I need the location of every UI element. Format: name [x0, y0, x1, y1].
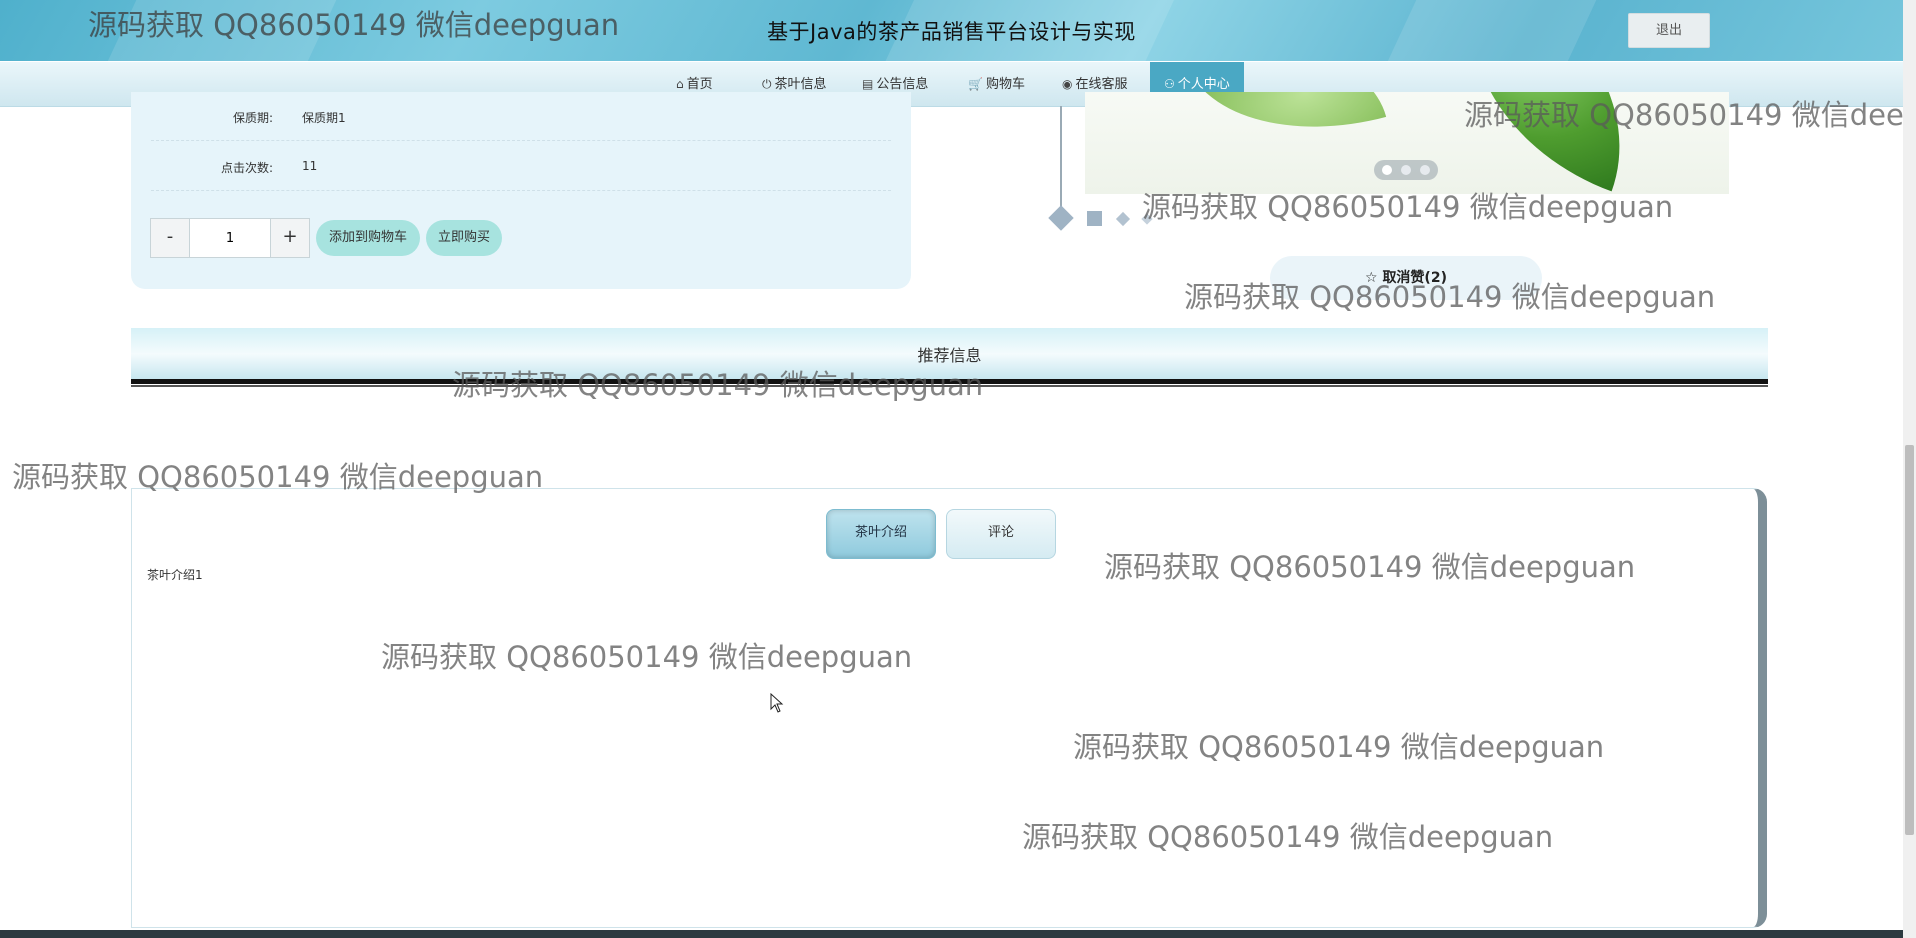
- watermark: 源码获取 QQ86050149 微信deepguan: [1104, 550, 1636, 584]
- info-row-click-count: 点击次数: 11: [151, 142, 891, 191]
- watermark: 源码获取 QQ86050149 微信deepguan: [1022, 820, 1554, 854]
- nav-item-label: 个人中心: [1177, 77, 1230, 92]
- watermark: 源码获取 QQ86050149 微信deepguan: [1184, 280, 1716, 314]
- nav-item-label: 首页: [686, 77, 713, 92]
- cart-icon: 🛒: [968, 77, 983, 91]
- diamond-shape: [1048, 205, 1074, 231]
- mouse-cursor-icon: [770, 693, 784, 713]
- logout-button[interactable]: 退出: [1628, 13, 1710, 48]
- carousel-dot[interactable]: [1420, 165, 1430, 175]
- watermark: 源码获取 QQ86050149 微信deepguan: [381, 640, 913, 674]
- bottom-strip: [0, 930, 1903, 938]
- nav-item-label: 购物车: [985, 77, 1025, 92]
- watermark: 源码获取 QQ86050149 微信deepguan: [1142, 190, 1674, 224]
- nav-item-label: 茶叶信息: [774, 77, 827, 92]
- page-scrollbar[interactable]: [1903, 0, 1916, 938]
- chat-icon: ◉: [1062, 77, 1073, 91]
- carousel-dot[interactable]: [1382, 165, 1392, 175]
- power-icon: ⏻: [762, 77, 772, 91]
- square-shape: [1087, 211, 1102, 226]
- add-to-cart-button[interactable]: 添加到购物车: [316, 220, 420, 256]
- user-icon: ⚇: [1164, 77, 1175, 91]
- info-label: 点击次数:: [220, 161, 273, 175]
- nav-item-label: 公告信息: [876, 77, 929, 92]
- nav-item-cart[interactable]: 🛒 购物车: [968, 62, 1025, 106]
- carousel-indicator: [1374, 160, 1438, 180]
- info-row-shelf-life: 保质期: 保质期1: [151, 92, 891, 141]
- quantity-increase-button[interactable]: +: [270, 219, 309, 257]
- calendar-icon: ▤: [862, 77, 874, 91]
- watermark: 源码获取 QQ86050149 微信deepguan: [452, 368, 984, 402]
- divider: [1060, 106, 1062, 208]
- scrollbar-thumb[interactable]: [1905, 445, 1914, 835]
- watermark: 源码获取 QQ86050149 微信deepguan: [1464, 98, 1903, 132]
- tab-content: 茶叶介绍1: [147, 568, 203, 582]
- tab-comments[interactable]: 评论: [946, 509, 1056, 559]
- watermark: 源码获取 QQ86050149 微信deepguan: [12, 460, 544, 494]
- product-detail-card: 保质期: 保质期1 点击次数: 11 - + 添加到购物车 立即购买: [131, 92, 911, 289]
- carousel-dot[interactable]: [1401, 165, 1411, 175]
- tea-leaf-image: [1183, 92, 1387, 164]
- quantity-decrease-button[interactable]: -: [151, 219, 190, 257]
- quantity-stepper: - +: [150, 218, 310, 258]
- tab-tea-introduction[interactable]: 茶叶介绍: [826, 509, 936, 559]
- info-value: 保质期1: [302, 111, 346, 125]
- buy-now-button[interactable]: 立即购买: [426, 220, 502, 256]
- diamond-shape: [1115, 211, 1131, 227]
- watermark: 源码获取 QQ86050149 微信deepguan: [88, 8, 620, 42]
- watermark: 源码获取 QQ86050149 微信deepguan: [1073, 730, 1605, 764]
- quantity-input[interactable]: [191, 219, 269, 257]
- nav-item-label: 在线客服: [1075, 77, 1128, 92]
- home-icon: ⌂: [676, 77, 684, 91]
- info-label: 保质期:: [232, 111, 273, 125]
- info-value: 11: [302, 159, 318, 173]
